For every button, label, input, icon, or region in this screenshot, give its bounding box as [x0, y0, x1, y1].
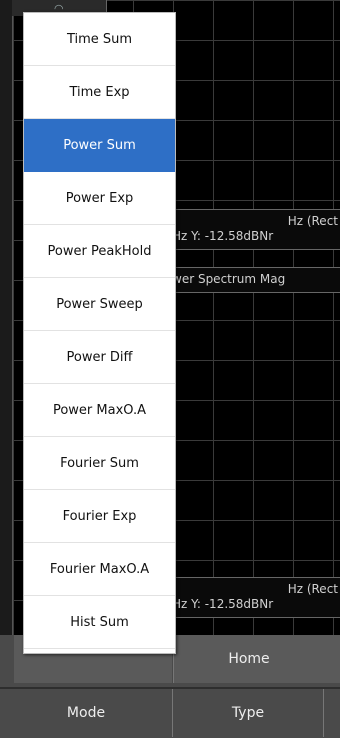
marker-info-line1: Hz (Rect [287, 582, 338, 596]
menu-item-power-maxoa[interactable]: Power MaxO.A [24, 384, 175, 437]
toolbar-row-2: Mode Type [0, 687, 340, 737]
home-button[interactable]: Home [173, 635, 325, 683]
menu-item-fourier-maxoa[interactable]: Fourier MaxO.A [24, 543, 175, 596]
menu-item-time-exp[interactable]: Time Exp [24, 66, 175, 119]
marker-info-bar-upper: Hz (Rect Hz Y: -12.58dBNr [160, 209, 340, 250]
type-button[interactable]: Type [173, 689, 324, 737]
marker-info-line1: Hz (Rect [287, 214, 338, 228]
menu-item-power-exp[interactable]: Power Exp [24, 172, 175, 225]
menu-item-fourier-exp[interactable]: Fourier Exp [24, 490, 175, 543]
marker-info-line2: Hz Y: -12.58dBNr [172, 597, 274, 611]
menu-item-power-sum[interactable]: Power Sum [24, 119, 175, 172]
menu-item-power-peakhold[interactable]: Power PeakHold [24, 225, 175, 278]
trace-label: wer Spectrum Mag [160, 267, 340, 293]
toolbar-button-right[interactable] [324, 635, 340, 683]
mode-button[interactable]: Mode [0, 689, 173, 737]
menu-item-hist-sum[interactable]: Hist Sum [24, 596, 175, 649]
toolbar-button-right-2[interactable] [324, 689, 340, 737]
mode-dropdown-menu: Time Sum Time Exp Power Sum Power Exp Po… [23, 12, 176, 654]
menu-item-fourier-sum[interactable]: Fourier Sum [24, 437, 175, 490]
marker-info-line2: Hz Y: -12.58dBNr [172, 229, 274, 243]
menu-item-time-sum[interactable]: Time Sum [24, 13, 175, 66]
trace-label-text: wer Spectrum Mag [172, 272, 286, 286]
menu-item-power-sweep[interactable]: Power Sweep [24, 278, 175, 331]
menu-item-power-diff[interactable]: Power Diff [24, 331, 175, 384]
marker-info-bar-lower: Hz (Rect Hz Y: -12.58dBNr [160, 577, 340, 618]
